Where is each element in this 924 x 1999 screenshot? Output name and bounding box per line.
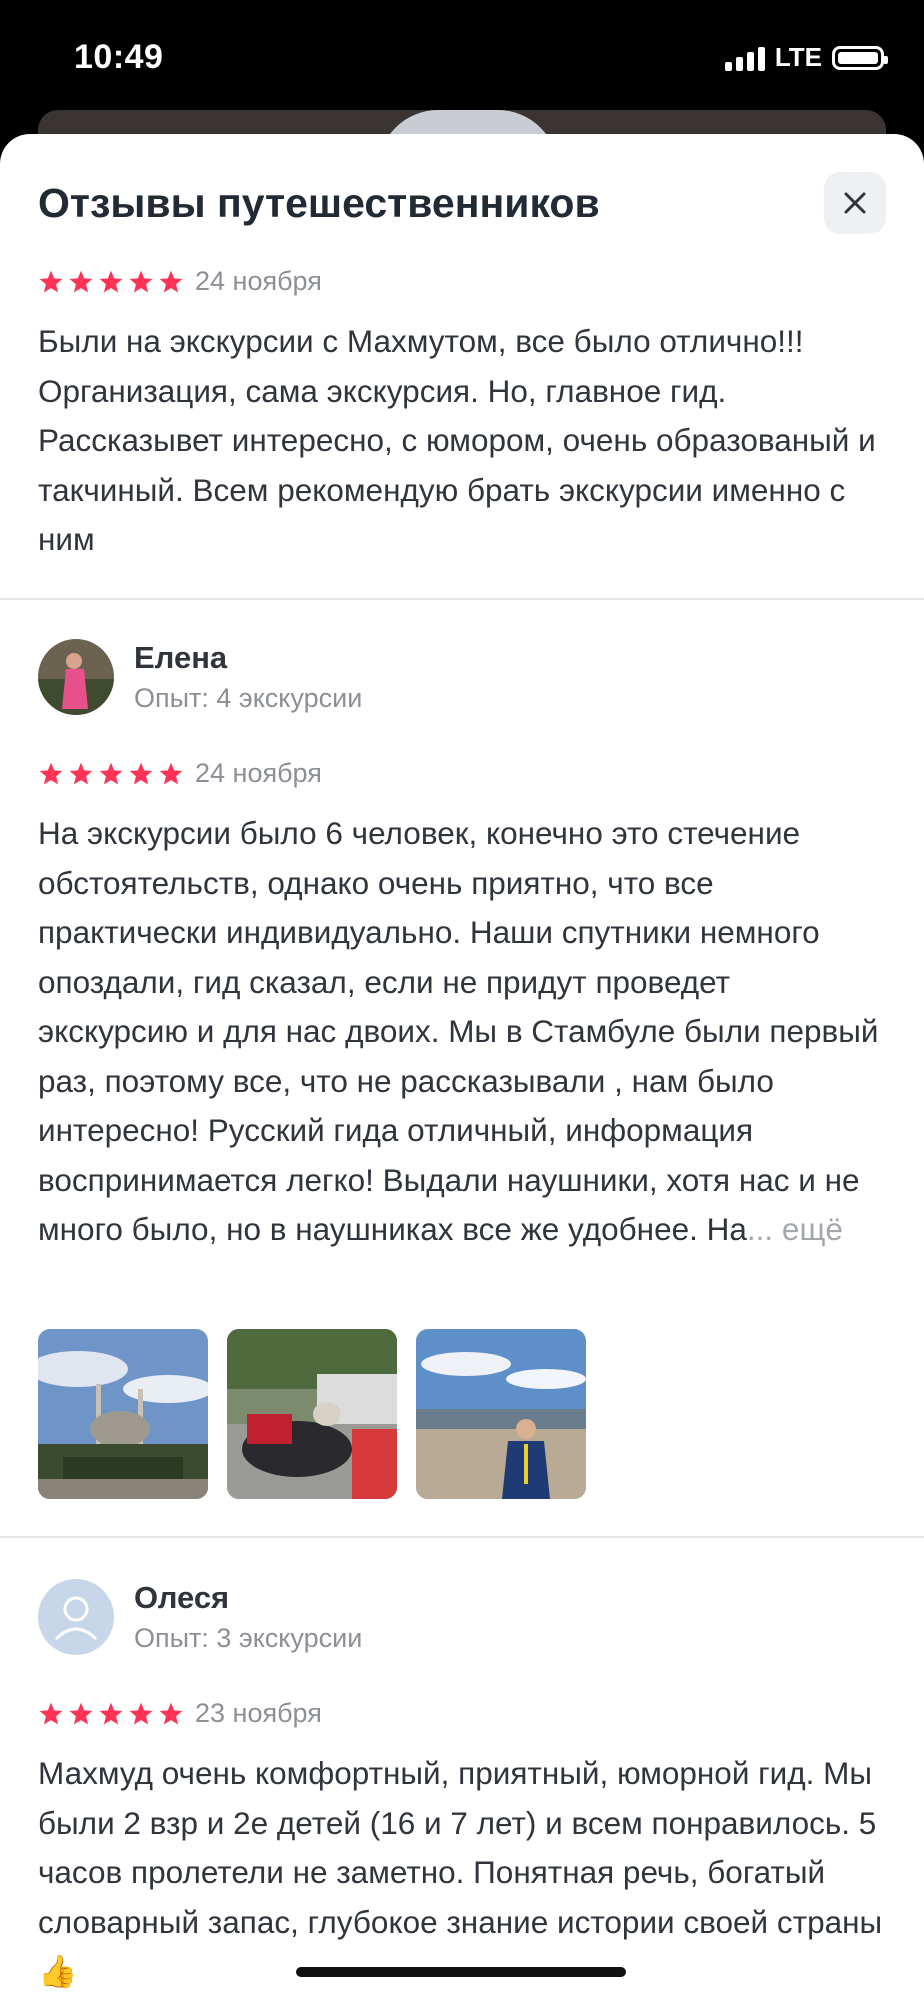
divider (0, 1536, 924, 1538)
review-text-body: На экскурсии было 6 человек, конечно это… (38, 815, 879, 1247)
review-photo-cats[interactable] (227, 1329, 397, 1499)
star-icon (39, 1702, 63, 1725)
network-type: LTE (774, 42, 822, 72)
review-text: Были на экскурсии с Махмутом, все было о… (38, 323, 876, 557)
rating-stars (38, 1701, 184, 1727)
author-name: Елена (134, 640, 228, 675)
star-icon (129, 270, 153, 293)
star-icon (99, 1702, 123, 1725)
signal-icon (724, 45, 765, 71)
close-button[interactable] (824, 172, 886, 234)
star-icon (159, 270, 183, 293)
battery-icon (832, 45, 888, 70)
reviews-sheet: Отзывы путешественников 24 ноября Были н… (0, 134, 924, 1999)
star-icon (99, 762, 123, 785)
review-text: Махмуд очень комфортный, приятный, юморн… (38, 1755, 883, 1989)
review-date: 24 ноября (195, 758, 322, 788)
author-experience: Опыт: 4 экскурсии (134, 683, 363, 713)
close-icon (844, 192, 866, 214)
user-icon (38, 1579, 114, 1655)
rating-stars (38, 761, 184, 787)
status-indicators: LTE (724, 42, 888, 73)
review-date: 23 ноября (195, 1698, 322, 1728)
review-photo-seaside[interactable] (416, 1329, 586, 1499)
divider (0, 598, 924, 600)
avatar-placeholder (38, 1579, 114, 1655)
avatar (38, 639, 114, 715)
star-icon (129, 762, 153, 785)
star-icon (69, 270, 93, 293)
star-icon (129, 1702, 153, 1725)
sheet-title: Отзывы путешественников (38, 180, 600, 226)
read-more-link[interactable]: ещё (782, 1211, 843, 1247)
star-icon (159, 762, 183, 785)
author-experience: Опыт: 3 экскурсии (134, 1623, 363, 1653)
author-name: Олеся (134, 1580, 230, 1615)
review-text: На экскурсии было 6 человек, конечно это… (38, 809, 888, 1255)
star-icon (69, 762, 93, 785)
star-icon (69, 1702, 93, 1725)
rating-stars (38, 269, 184, 295)
review-photo-mosque[interactable] (38, 1329, 208, 1499)
status-bar: 10:49 LTE (0, 0, 924, 110)
home-indicator[interactable] (296, 1967, 626, 1977)
status-time: 10:49 (74, 38, 164, 76)
review-date: 24 ноября (195, 266, 322, 296)
star-icon (39, 762, 63, 785)
star-icon (99, 270, 123, 293)
star-icon (159, 1702, 183, 1725)
review-ellipsis: ... (746, 1211, 774, 1247)
star-icon (39, 270, 63, 293)
